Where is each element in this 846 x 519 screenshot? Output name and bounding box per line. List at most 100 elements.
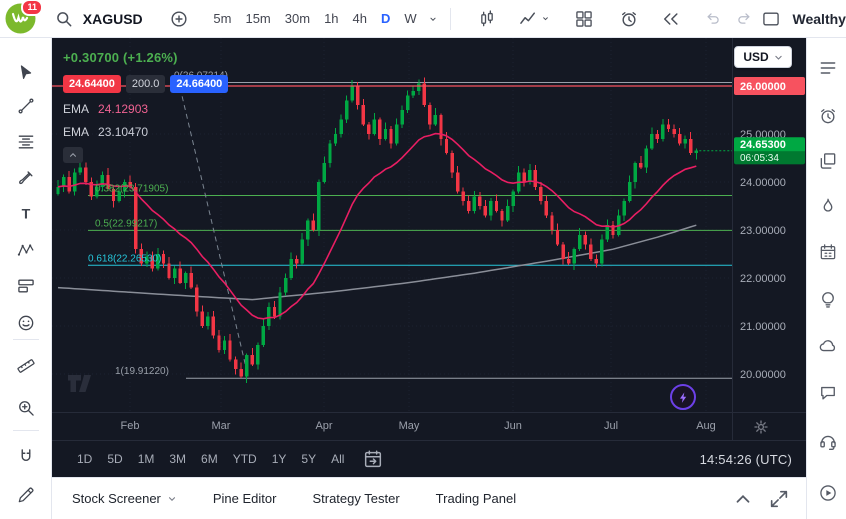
svg-text:23.00000: 23.00000 [740, 225, 786, 237]
broker-logo[interactable]: 11 [5, 3, 36, 34]
tab-label: Stock Screener [72, 491, 161, 506]
indicator-value: 24.12903 [98, 102, 148, 116]
pattern-tool-button[interactable] [11, 235, 41, 265]
bottom-tabs: Stock Screener Pine Editor Strategy Tester… [72, 491, 552, 506]
toggle-right-panel-button[interactable] [757, 4, 785, 34]
timeframe-menu-button[interactable] [424, 6, 443, 32]
range-ytd[interactable]: YTD [226, 448, 264, 470]
axis-settings-button[interactable] [752, 418, 770, 436]
indicator-legend-row[interactable]: EMA 23.10470 [63, 125, 228, 139]
last-price-badge: 24.65300 06:05:34 [734, 137, 805, 164]
svg-text:06:05:34: 06:05:34 [740, 153, 779, 164]
chevron-up-icon [68, 150, 78, 160]
tradingview-logo-icon [66, 372, 102, 395]
draw-edit-tool-button[interactable] [11, 480, 41, 510]
bid-price-label[interactable]: 24.64400 [63, 75, 121, 93]
undo-button[interactable] [701, 4, 727, 34]
cloud-icon [818, 336, 838, 356]
support-button[interactable] [815, 428, 840, 453]
alerts-button[interactable] [815, 103, 840, 128]
tab-label: Strategy Tester [312, 491, 399, 506]
compare-add-button[interactable] [165, 4, 193, 34]
chevron-down-icon [541, 14, 550, 23]
divider [450, 8, 451, 30]
timeframe-W[interactable]: W [397, 6, 423, 32]
axis-corner-divider [732, 413, 733, 441]
cursor-tool-button[interactable] [11, 58, 41, 88]
tutorials-button[interactable] [815, 480, 840, 505]
indicator-legend-row[interactable]: EMA 24.12903 [63, 102, 228, 116]
timeframe-1h[interactable]: 1h [317, 6, 345, 32]
redo-button[interactable] [731, 4, 757, 34]
chart-style-button[interactable] [473, 4, 501, 34]
go-to-date-button[interactable] [362, 448, 384, 470]
chat-bubble-icon [818, 383, 838, 403]
time-axis-label: Apr [309, 420, 339, 432]
panel-collapse-button[interactable] [732, 488, 754, 510]
range-all[interactable]: All [324, 448, 351, 470]
tradingview-watermark[interactable] [66, 372, 102, 395]
range-3m[interactable]: 3M [162, 448, 193, 470]
ideas-button[interactable] [815, 286, 840, 311]
indicator-value: 23.10470 [98, 125, 148, 139]
emoji-tool-button[interactable] [11, 308, 41, 338]
chat-cloud-button[interactable] [815, 333, 840, 358]
range-1y[interactable]: 1Y [265, 448, 294, 470]
tab-label: Trading Panel [436, 491, 516, 506]
svg-text:24.65300: 24.65300 [740, 139, 786, 151]
time-axis[interactable]: FebMarAprMayJunJulAug [52, 412, 806, 440]
symbol-name[interactable]: XAGUSD [83, 11, 143, 27]
zoom-in-icon [16, 398, 36, 418]
rewind-icon [661, 9, 681, 29]
tab-trading-panel[interactable]: Trading Panel [436, 491, 516, 506]
range-5y[interactable]: 5Y [294, 448, 323, 470]
object-tree-button[interactable] [815, 148, 840, 173]
candlestick-icon [477, 9, 497, 29]
ask-price-label[interactable]: 24.66400 [170, 75, 228, 93]
flame-icon [818, 196, 838, 216]
panel-maximize-button[interactable] [768, 488, 790, 510]
indicators-button[interactable] [515, 4, 554, 34]
quick-action-button[interactable] [670, 384, 696, 410]
symbol-search-button[interactable] [50, 4, 78, 34]
headset-icon [818, 431, 838, 451]
timeframe-D[interactable]: D [374, 6, 397, 32]
range-1m[interactable]: 1M [131, 448, 162, 470]
tab-stock-screener[interactable]: Stock Screener [72, 491, 177, 506]
tab-pine-editor[interactable]: Pine Editor [213, 491, 277, 506]
brush-tool-button[interactable] [11, 163, 41, 193]
panel-icon [761, 9, 781, 29]
calendar-button[interactable] [815, 239, 840, 264]
topbar: 11 XAGUSD 5m15m30m1h4hDW Wealthy [0, 0, 846, 38]
smiley-icon [16, 313, 36, 333]
alert-button[interactable] [615, 4, 643, 34]
tab-strategy-tester[interactable]: Strategy Tester [312, 491, 399, 506]
range-1d[interactable]: 1D [70, 448, 99, 470]
range-6m[interactable]: 6M [194, 448, 225, 470]
layout-grid-button[interactable] [570, 4, 598, 34]
text-tool-button[interactable]: T [11, 199, 41, 229]
measure-tool-button[interactable] [11, 351, 41, 381]
replay-button[interactable] [657, 4, 685, 34]
range-5d[interactable]: 5D [100, 448, 129, 470]
private-chat-button[interactable] [815, 380, 840, 405]
legend-collapse-button[interactable] [63, 147, 83, 163]
watchlist-button[interactable] [815, 55, 840, 80]
price-change: +0.30700 (+1.26%) [63, 50, 228, 65]
svg-text:T: T [21, 207, 30, 223]
currency-select[interactable]: USD [734, 46, 792, 68]
trend-line-tool-button[interactable] [11, 91, 41, 121]
timeframe-4h[interactable]: 4h [346, 6, 374, 32]
xabcd-pattern-icon [16, 240, 36, 260]
fib-retracement-tool-button[interactable] [11, 127, 41, 157]
currency-value: USD [743, 50, 768, 64]
timeframe-5m[interactable]: 5m [206, 6, 238, 32]
zoom-tool-button[interactable] [11, 393, 41, 423]
magnet-tool-button[interactable] [11, 442, 41, 472]
hotlists-button[interactable] [815, 193, 840, 218]
utc-clock[interactable]: 14:54:26 (UTC) [700, 452, 792, 467]
timeframe-30m[interactable]: 30m [278, 6, 317, 32]
timeframe-15m[interactable]: 15m [238, 6, 277, 32]
prediction-tool-button[interactable] [11, 271, 41, 301]
brush-icon [16, 168, 36, 188]
